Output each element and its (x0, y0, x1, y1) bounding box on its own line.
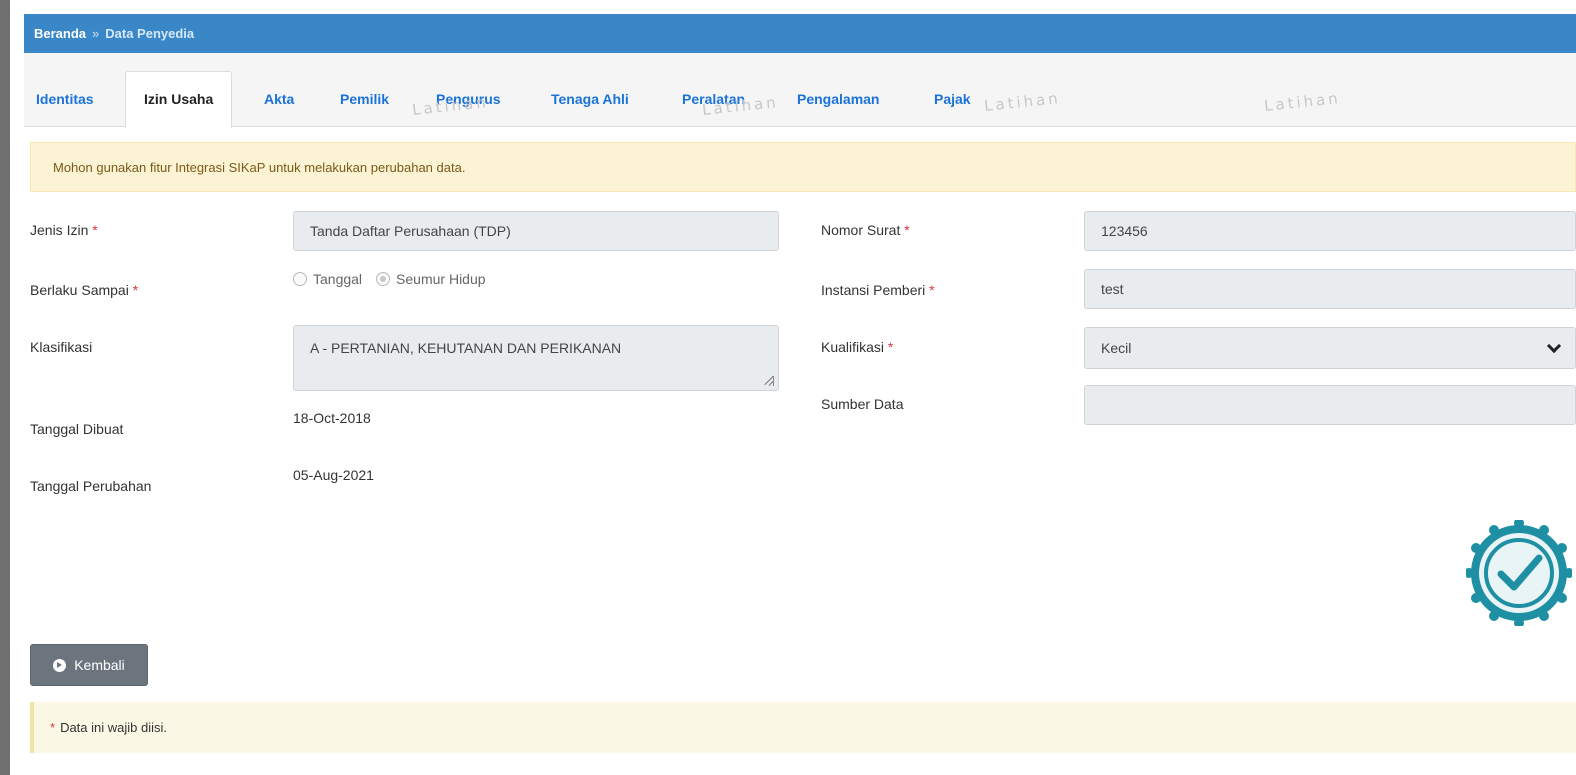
required-note-text: Data ini wajib diisi. (60, 720, 167, 735)
resize-handle-icon[interactable] (764, 376, 774, 386)
radio-seumur-hidup[interactable] (376, 272, 391, 286)
radio-seumur-hidup-option[interactable]: Seumur Hidup (376, 271, 486, 287)
tab-pajak[interactable]: Pajak (934, 91, 971, 107)
tanggal-perubahan-value: 05-Aug-2021 (293, 467, 374, 483)
instansi-pemberi-label: Instansi Pemberi * (821, 282, 935, 298)
tab-pengurus[interactable]: Pengurus (436, 91, 501, 107)
tab-identitas[interactable]: Identitas (36, 91, 94, 107)
label-text: Jenis Izin (30, 222, 89, 238)
back-button[interactable]: Kembali (30, 644, 148, 686)
label-text: Instansi Pemberi (821, 282, 926, 298)
required-note: * Data ini wajib diisi. (30, 702, 1576, 753)
tab-tenaga-ahli[interactable]: Tenaga Ahli (551, 91, 629, 107)
instansi-pemberi-field[interactable]: test (1084, 269, 1576, 309)
kualifikasi-select[interactable]: Kecil (1084, 327, 1576, 369)
label-text: Berlaku Sampai (30, 282, 129, 298)
kualifikasi-label: Kualifikasi * (821, 339, 893, 355)
tab-pemilik[interactable]: Pemilik (340, 91, 389, 107)
kualifikasi-value: Kecil (1101, 340, 1132, 356)
label-text: Klasifikasi (30, 339, 93, 355)
nomor-surat-field[interactable]: 123456 (1084, 211, 1576, 251)
nomor-surat-label: Nomor Surat * (821, 222, 910, 238)
required-marker: * (92, 222, 98, 238)
required-marker: * (929, 282, 935, 298)
sumber-data-label: Sumber Data (821, 396, 903, 412)
klasifikasi-value: A - PERTANIAN, KEHUTANAN DAN PERIKANAN (310, 340, 622, 356)
radio-tanggal[interactable] (293, 272, 307, 286)
instansi-pemberi-value: test (1101, 281, 1124, 297)
watermark: Latihan (1263, 89, 1342, 115)
label-text: Tanggal Dibuat (30, 421, 124, 437)
integration-alert: Mohon gunakan fitur Integrasi SIKaP untu… (30, 142, 1576, 192)
back-button-label: Kembali (74, 657, 125, 673)
klasifikasi-textarea[interactable]: A - PERTANIAN, KEHUTANAN DAN PERIKANAN (293, 325, 779, 391)
alert-text: Mohon gunakan fitur Integrasi SIKaP untu… (53, 159, 466, 175)
back-arrow-icon (53, 658, 67, 672)
radio-seumur-hidup-label: Seumur Hidup (396, 271, 486, 287)
radio-tanggal-option[interactable]: Tanggal (293, 271, 362, 287)
watermark: Latihan (983, 89, 1062, 115)
label-text: Kualifikasi (821, 339, 885, 355)
label-text: Tanggal Perubahan (30, 478, 152, 494)
tab-peralatan[interactable]: Peralatan (682, 91, 745, 107)
label-text: Sumber Data (821, 396, 904, 412)
jenis-izin-label: Jenis Izin * (30, 222, 98, 238)
tab-pengalaman[interactable]: Pengalaman (797, 91, 879, 107)
chevron-down-icon[interactable] (1546, 338, 1562, 354)
breadcrumb-current: Data Penyedia (105, 26, 195, 41)
klasifikasi-label: Klasifikasi (30, 339, 92, 355)
tab-bar: Identitas Izin Usaha Akta Pemilik Pengur… (24, 53, 1576, 128)
jenis-izin-field[interactable]: Tanda Daftar Perusahaan (TDP) (293, 211, 779, 251)
required-marker: * (887, 339, 894, 355)
required-marker: * (904, 222, 910, 238)
breadcrumb-home[interactable]: Beranda (34, 26, 86, 41)
jenis-izin-value: Tanda Daftar Perusahaan (TDP) (310, 223, 511, 239)
nomor-surat-value: 123456 (1101, 223, 1148, 239)
tab-akta[interactable]: Akta (264, 91, 294, 107)
breadcrumb: Beranda » Data Penyedia (24, 14, 1576, 53)
tanggal-dibuat-value: 18-Oct-2018 (293, 410, 371, 426)
breadcrumb-separator: » (92, 26, 100, 41)
berlaku-sampai-radio-group: Tanggal Seumur Hidup (293, 271, 500, 287)
radio-tanggal-label: Tanggal (313, 271, 363, 287)
verified-badge-icon (1466, 520, 1572, 626)
required-marker: * (132, 282, 139, 298)
tanggal-dibuat-label: Tanggal Dibuat (30, 421, 123, 437)
berlaku-sampai-label: Berlaku Sampai * (30, 282, 138, 298)
tab-izin-usaha[interactable]: Izin Usaha (125, 71, 233, 128)
sumber-data-field[interactable] (1084, 385, 1576, 425)
label-text: Nomor Surat (821, 222, 901, 238)
required-marker: * (50, 720, 56, 735)
tanggal-perubahan-label: Tanggal Perubahan (30, 478, 151, 494)
